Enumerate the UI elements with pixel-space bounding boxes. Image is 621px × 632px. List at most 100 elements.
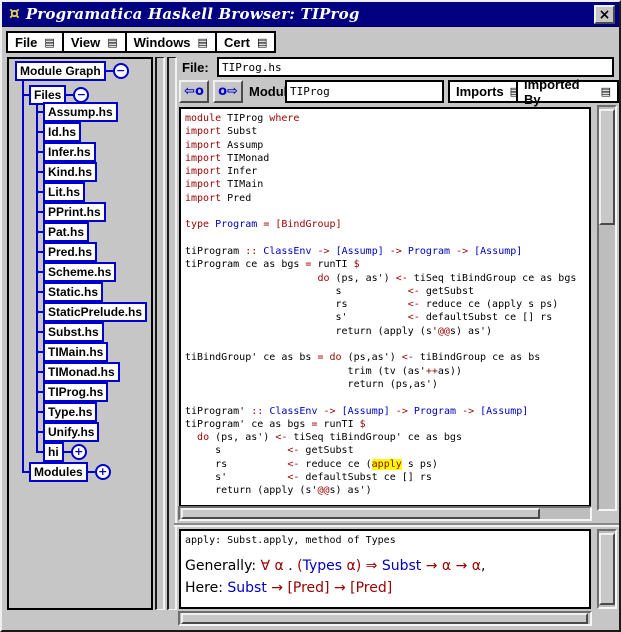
tree-row: Pat.hs bbox=[36, 222, 89, 242]
menu-file[interactable]: File ▤ bbox=[6, 31, 64, 53]
tree-item-timain-hs[interactable]: TIMain.hs bbox=[43, 342, 108, 362]
tree-row: TIMonad.hs bbox=[36, 362, 120, 382]
menu-icon: ▤ bbox=[601, 86, 611, 97]
tree-connector bbox=[36, 331, 43, 333]
tree-item-assump-hs[interactable]: Assump.hs bbox=[43, 102, 118, 122]
tree-item-pred-hs[interactable]: Pred.hs bbox=[43, 242, 97, 262]
symbol-info-summary: apply: Subst.apply, method of Types bbox=[185, 535, 589, 546]
tree-connector bbox=[36, 371, 43, 373]
code-line: tiProgram' :: ClassEnv -> [Assump] -> Pr… bbox=[185, 405, 589, 418]
code-line: tiBindGroup' ce as bs = do (ps,as') <- t… bbox=[185, 351, 589, 364]
code-vertical-scrollbar[interactable] bbox=[597, 105, 617, 511]
module-input[interactable] bbox=[285, 80, 444, 103]
tree-node-module-graph[interactable]: Module Graph bbox=[15, 61, 106, 81]
code-line: tiProgram :: ClassEnv -> [Assump] -> Pro… bbox=[185, 245, 589, 258]
code-line: s' <- defaultSubst ce [] rs bbox=[185, 471, 589, 484]
tree-connector bbox=[36, 311, 43, 313]
tree-connector bbox=[106, 70, 113, 72]
tree-item-type-hs[interactable]: Type.hs bbox=[43, 402, 97, 422]
tree-connector bbox=[36, 171, 43, 173]
tree-item-staticprelude-hs[interactable]: StaticPrelude.hs bbox=[43, 302, 147, 322]
symbol-info-general-type: Generally: ∀ α . (Types α) ⇒ Subst → α →… bbox=[185, 558, 589, 574]
tree-row: TIMain.hs bbox=[36, 342, 108, 362]
tree-item-id-hs[interactable]: Id.hs bbox=[43, 122, 81, 142]
panel-sash[interactable] bbox=[167, 57, 177, 610]
code-line bbox=[185, 338, 589, 351]
tree-row: Static.hs bbox=[36, 282, 103, 302]
tree-node-hi-toggle[interactable]: + bbox=[71, 444, 87, 460]
tree-item-static-hs[interactable]: Static.hs bbox=[43, 282, 103, 302]
code-line: import Subst bbox=[185, 125, 589, 138]
code-horizontal-scrollbar[interactable] bbox=[178, 506, 592, 521]
tree-node-modules-toggle[interactable]: + bbox=[95, 464, 111, 480]
tree-item-pprint-hs[interactable]: PPrint.hs bbox=[43, 202, 106, 222]
file-label: File: bbox=[182, 60, 209, 75]
tree-connector bbox=[36, 351, 43, 353]
tree-row: Subst.hs bbox=[36, 322, 104, 342]
tree-node-files-toggle[interactable]: − bbox=[73, 87, 89, 103]
menu-file-label: File bbox=[15, 35, 37, 50]
tree-connector bbox=[36, 131, 43, 133]
close-button[interactable]: × bbox=[594, 5, 615, 24]
tree-trunk-line bbox=[22, 80, 24, 472]
code-line: tiProgram' ce as bgs = runTI $ bbox=[185, 418, 589, 431]
menu-view[interactable]: View▤ bbox=[62, 31, 127, 53]
menu-windows[interactable]: Windows▤ bbox=[125, 31, 217, 53]
info-vertical-scrollbar-thumb[interactable] bbox=[599, 533, 615, 605]
menu-icon: ▤ bbox=[44, 37, 54, 48]
file-input[interactable] bbox=[217, 57, 614, 77]
code-line: import TIMain bbox=[185, 178, 589, 191]
source-code-view[interactable]: module TIProg whereimport Substimport As… bbox=[179, 107, 591, 507]
tree-item-tiprog-hs[interactable]: TIProg.hs bbox=[43, 382, 108, 402]
tree-item-unify-hs[interactable]: Unify.hs bbox=[43, 422, 99, 442]
code-horizontal-scrollbar-thumb[interactable] bbox=[181, 508, 540, 519]
code-line: return (apply (s'@@s) as') bbox=[185, 484, 589, 497]
tree-connector bbox=[36, 251, 43, 253]
info-horizontal-scrollbar-thumb[interactable] bbox=[181, 613, 588, 624]
tree-item-pat-hs[interactable]: Pat.hs bbox=[43, 222, 89, 242]
window-title: Programatica Haskell Browser: TIProg bbox=[26, 5, 360, 23]
tree-node-modules[interactable]: Modules bbox=[29, 462, 88, 482]
close-icon: × bbox=[599, 8, 611, 22]
tree-node-module-graph-toggle[interactable]: − bbox=[113, 63, 129, 79]
imported-by-button[interactable]: Imported By ▤ bbox=[516, 80, 619, 103]
tree-item-lit-hs[interactable]: Lit.hs bbox=[43, 182, 85, 202]
tree-row: TIProg.hs bbox=[36, 382, 108, 402]
tree-connector bbox=[36, 211, 43, 213]
code-vertical-scrollbar-thumb[interactable] bbox=[599, 109, 615, 225]
info-vertical-scrollbar[interactable] bbox=[597, 529, 617, 609]
code-line: tiProgram ce as bgs = runTI $ bbox=[185, 258, 589, 271]
tree-row: Assump.hs bbox=[36, 102, 118, 122]
tree-connector bbox=[88, 471, 95, 473]
app-window: ¤ Programatica Haskell Browser: TIProg ×… bbox=[0, 0, 621, 632]
tree-connector bbox=[64, 451, 71, 453]
menu-cert[interactable]: Cert▤ bbox=[215, 31, 276, 53]
tree-connector bbox=[36, 151, 43, 153]
tree-node-hi[interactable]: hi bbox=[43, 442, 64, 462]
tree-item-scheme-hs[interactable]: Scheme.hs bbox=[43, 262, 116, 282]
tree-connector bbox=[36, 191, 43, 193]
tree-row: StaticPrelude.hs bbox=[36, 302, 147, 322]
menubar: File▤View▤Windows▤Cert▤ bbox=[6, 31, 276, 53]
tree-item-subst-hs[interactable]: Subst.hs bbox=[43, 322, 104, 342]
code-line: import TIMonad bbox=[185, 152, 589, 165]
tree-scrollbar[interactable] bbox=[155, 57, 165, 610]
tree-item-infer-hs[interactable]: Infer.hs bbox=[43, 142, 96, 162]
info-horizontal-scrollbar[interactable] bbox=[178, 611, 592, 626]
tree-connector bbox=[22, 471, 29, 473]
symbol-info-panel: apply: Subst.apply, method of Types Gene… bbox=[179, 529, 591, 609]
programatica-logo-icon: ¤ bbox=[9, 4, 20, 24]
history-back-button[interactable]: ⇦o bbox=[179, 80, 209, 103]
tree-connector bbox=[36, 411, 43, 413]
menu-icon: ▤ bbox=[107, 37, 117, 48]
menu-icon: ▤ bbox=[257, 37, 267, 48]
tree-row: Scheme.hs bbox=[36, 262, 116, 282]
code-line: import Assump bbox=[185, 139, 589, 152]
tree-item-kind-hs[interactable]: Kind.hs bbox=[43, 162, 97, 182]
titlebar[interactable]: ¤ Programatica Haskell Browser: TIProg × bbox=[2, 2, 619, 27]
code-line: return (apply (s'@@s) as') bbox=[185, 325, 589, 338]
history-forward-button[interactable]: o⇨ bbox=[213, 80, 243, 103]
tree-item-timonad-hs[interactable]: TIMonad.hs bbox=[43, 362, 120, 382]
code-line bbox=[185, 205, 589, 218]
tree-connector bbox=[36, 111, 43, 113]
